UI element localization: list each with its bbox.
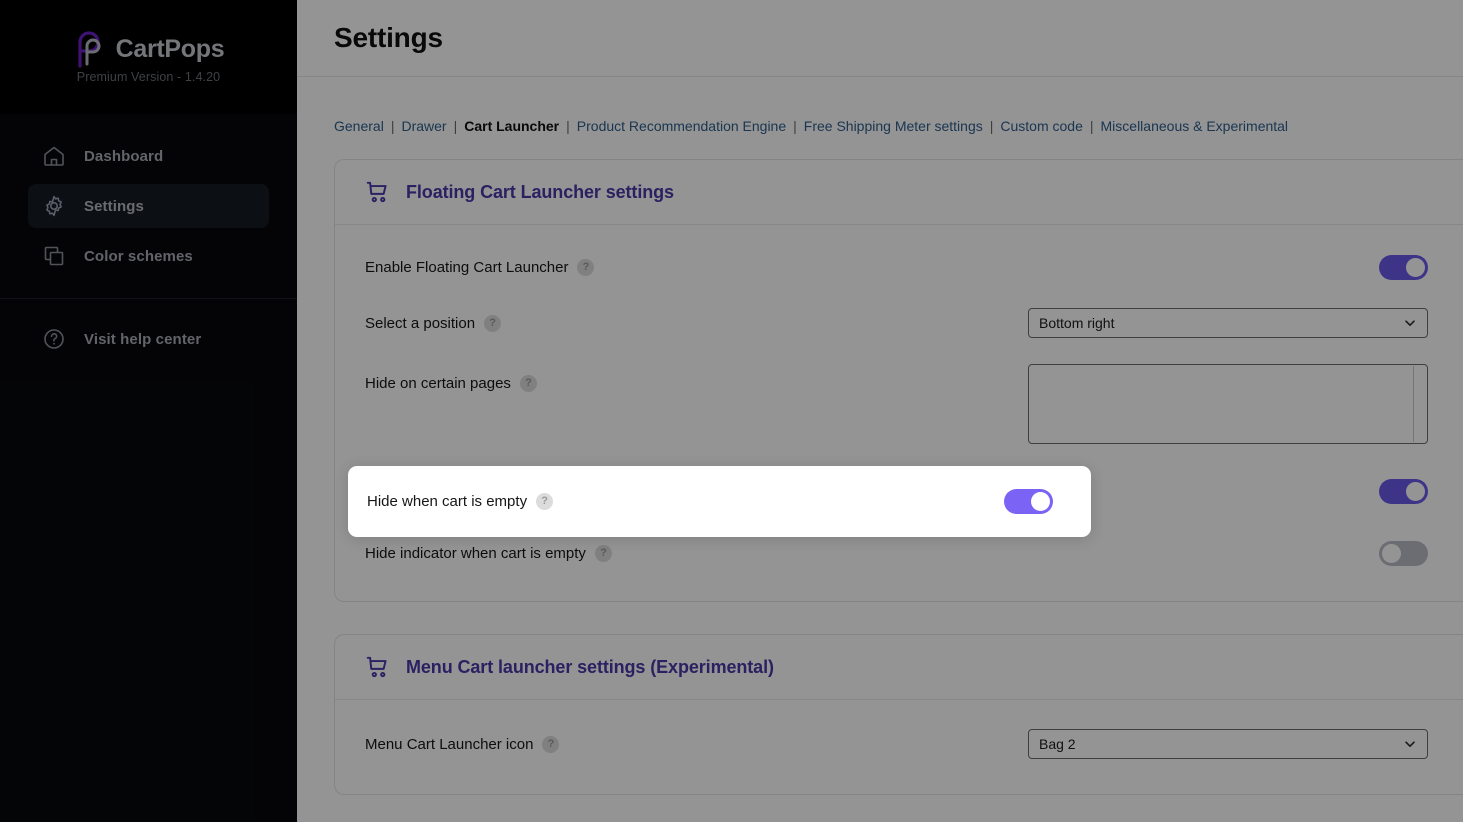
tab-product-recommendation-engine[interactable]: Product Recommendation Engine [577,118,786,134]
spotlight-control [1004,489,1053,514]
card-body: Menu Cart Launcher icon ? Bag 2 [335,700,1463,794]
tab-separator: | [989,118,994,134]
spotlight-hide-when-cart-is-empty: Hide when cart is empty ? [348,466,1091,537]
card-title: Menu Cart launcher settings (Experimenta… [406,656,774,677]
help-icon[interactable]: ? [519,375,537,392]
setting-label: Enable Floating Cart Launcher [365,258,569,276]
sidebar-item-label: Settings [84,197,144,215]
sidebar: CartPops Premium Version - 1.4.20 Dashbo… [0,0,297,822]
tab-free-shipping-meter-settings[interactable]: Free Shipping Meter settings [804,118,983,134]
setting-label: Menu Cart Launcher icon [365,735,534,753]
brand-block: CartPops Premium Version - 1.4.20 [0,0,297,114]
main-content: Settings General | Drawer | Cart Launche… [297,0,1463,822]
tab-separator: | [793,118,797,134]
brand-version: Premium Version - 1.4.20 [76,70,221,84]
tab-separator: | [453,118,458,134]
sidebar-item-label: Visit help center [84,330,202,348]
row-control: Bottom right [1028,308,1428,338]
menu-cart-launcher-card: Menu Cart launcher settings (Experimenta… [334,634,1463,795]
help-icon[interactable]: ? [594,544,612,562]
sidebar-item-dashboard[interactable]: Dashboard [28,134,269,178]
row-control: Bag 2 [1028,729,1428,759]
gear-icon [42,194,66,218]
setting-label: Hide on certain pages [365,375,511,392]
card-body: Enable Floating Cart Launcher ? Select a… [335,225,1463,601]
chevron-down-icon [1403,737,1417,751]
page-header: Settings [297,0,1463,77]
card-header: Floating Cart Launcher settings [335,160,1463,225]
tab-separator: | [390,118,395,134]
brand-row: CartPops [73,30,225,68]
question-circle-icon [42,327,66,351]
tab-separator: | [1089,118,1094,134]
tab-miscellaneous-experimental[interactable]: Miscellaneous & Experimental [1101,118,1289,134]
row-label-wrap: Select a position ? [365,314,1028,332]
select-value: Bag 2 [1039,736,1076,752]
row-control [1028,254,1428,280]
hide-when-cart-is-empty-toggle[interactable] [1379,478,1428,504]
shopping-cart-icon [365,179,391,205]
sidebar-item-help-center[interactable]: Visit help center [28,317,269,361]
sidebar-nav: Dashboard Settings Color schemes [0,114,297,284]
setting-label: Select a position [365,314,476,332]
page-title: Settings [334,22,443,53]
home-icon [42,144,66,168]
toggle-knob [1406,481,1425,501]
sidebar-item-settings[interactable]: Settings [28,184,269,228]
spotlight-hide-when-cart-is-empty-toggle[interactable] [1004,489,1053,514]
row-control [1028,540,1428,566]
position-select[interactable]: Bottom right [1028,308,1428,338]
hide-on-certain-pages-textarea[interactable] [1028,364,1428,444]
shopping-cart-icon [365,654,391,680]
help-icon[interactable]: ? [542,735,560,753]
select-value: Bottom right [1039,315,1115,331]
tab-custom-code[interactable]: Custom code [1000,118,1082,134]
settings-tab-nav: General | Drawer | Cart Launcher | Produ… [297,77,1463,134]
app-root: CartPops Premium Version - 1.4.20 Dashbo… [0,0,1463,822]
tab-cart-launcher[interactable]: Cart Launcher [464,118,559,134]
setting-row-enable-floating-cart-launcher: Enable Floating Cart Launcher ? [335,239,1463,295]
card-header: Menu Cart launcher settings (Experimenta… [335,635,1463,700]
help-icon[interactable]: ? [577,258,595,276]
row-label-wrap: Enable Floating Cart Launcher ? [365,258,1028,276]
setting-row-hide-on-certain-pages: Hide on certain pages ? [335,351,1463,457]
help-icon[interactable]: ? [536,493,554,510]
tab-general[interactable]: General [334,118,384,134]
chevron-down-icon [1403,316,1417,330]
row-label-wrap: Menu Cart Launcher icon ? [365,735,1028,753]
hide-indicator-when-cart-is-empty-toggle[interactable] [1379,540,1428,566]
sidebar-item-label: Dashboard [84,147,164,165]
tab-separator: | [566,118,570,134]
toggle-knob [1382,543,1401,563]
layers-icon [42,244,66,268]
menu-cart-launcher-icon-select[interactable]: Bag 2 [1028,729,1428,759]
setting-row-menu-cart-launcher-icon: Menu Cart Launcher icon ? Bag 2 [335,714,1463,774]
toggle-knob [1406,257,1425,277]
brand-name: CartPops [115,34,225,63]
sidebar-bottom-nav: Visit help center [0,299,297,367]
cartpops-p-logo-icon [73,30,107,68]
row-label-wrap: Hide indicator when cart is empty ? [365,544,1028,562]
setting-row-select-a-position: Select a position ? Bottom right [335,295,1463,351]
sidebar-item-label: Color schemes [84,247,193,265]
help-icon[interactable]: ? [484,314,502,332]
row-control [1028,364,1428,444]
setting-label: Hide indicator when cart is empty [365,544,586,562]
spotlight-label: Hide when cart is empty [367,493,528,510]
enable-floating-cart-launcher-toggle[interactable] [1379,254,1428,280]
sidebar-item-color-schemes[interactable]: Color schemes [28,234,269,278]
tab-drawer[interactable]: Drawer [401,118,446,134]
card-title: Floating Cart Launcher settings [406,181,674,202]
toggle-knob [1031,492,1050,511]
row-label-wrap: Hide on certain pages ? [365,351,1028,392]
